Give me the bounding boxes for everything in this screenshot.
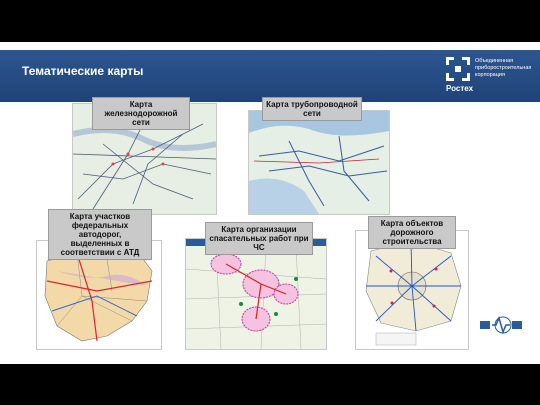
pipeline-map-image <box>249 111 389 214</box>
pipeline-map-thumbnail <box>248 110 390 215</box>
logo-text: Объединенная приборостроительная корпора… <box>475 58 532 78</box>
institute-logo-icon <box>480 315 522 335</box>
road-construction-map-caption: Карта объектов дорожного строительства <box>368 216 456 249</box>
federal-roads-map-caption: Карта участков федеральных автодорог, вы… <box>48 209 152 260</box>
rescue-map-image <box>186 239 326 349</box>
slide-title: Тематические карты <box>22 64 144 78</box>
pipeline-map-caption: Карта трубопроводной сети <box>262 97 362 121</box>
logo-brand: Ростех <box>446 84 474 93</box>
rostec-logo-icon <box>446 57 470 81</box>
rescue-map-caption: Карта организации спасательных работ при… <box>205 222 313 255</box>
railway-map-caption: Карта железнодорожной сети <box>92 97 190 130</box>
